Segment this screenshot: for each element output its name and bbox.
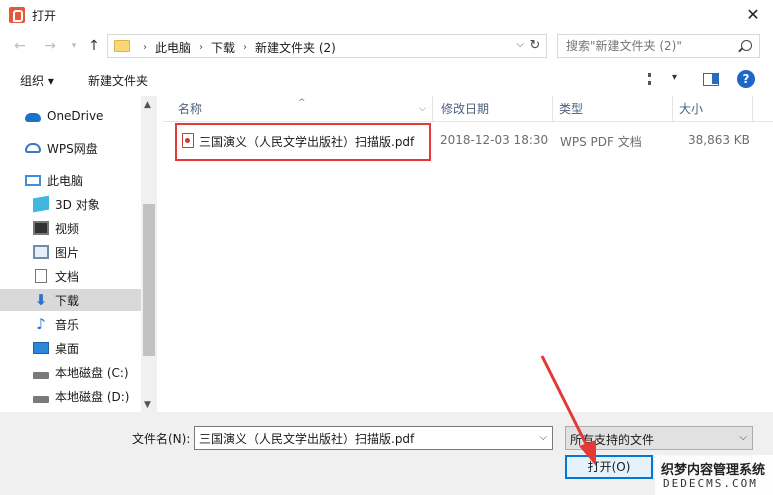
sidebar-item-label: 下载 <box>55 293 80 308</box>
breadcrumb-item-new-folder[interactable]: 新建文件夹 (2) <box>252 39 339 56</box>
column-header-label: 类型 <box>559 102 584 116</box>
sidebar-item-label: 桌面 <box>55 341 80 356</box>
filetype-select[interactable]: 所有支持的文件 ⌵ <box>565 426 753 450</box>
watermark-title: 织梦内容管理系统 <box>661 463 766 478</box>
column-header-date[interactable]: 修改日期 <box>433 96 553 122</box>
download-icon: ⬇ <box>34 291 48 309</box>
chevron-right-icon[interactable]: › <box>238 42 252 53</box>
sort-ascending-icon: ^ <box>298 98 306 108</box>
search-icon[interactable] <box>741 40 752 51</box>
column-header-name[interactable]: 名称 ^ ⌵ <box>163 96 433 122</box>
sidebar-item-label: 此电脑 <box>47 173 84 188</box>
preview-pane-icon[interactable] <box>703 73 719 86</box>
sidebar-item-3d-objects[interactable]: 3D 对象 <box>33 193 100 215</box>
sidebar-item-drive-c[interactable]: 本地磁盘 (C:) <box>33 361 129 383</box>
documents-icon <box>35 269 47 283</box>
nav-scrollbar[interactable]: ▲ ▼ <box>141 96 157 412</box>
sidebar-item-label: 视频 <box>55 221 80 236</box>
cloud-icon <box>25 113 41 122</box>
breadcrumb[interactable]: › 此电脑 › 下载 › 新建文件夹 (2) ⌵ ↻ <box>107 34 547 58</box>
new-folder-button[interactable]: 新建文件夹 <box>88 72 148 89</box>
wps-cloud-icon <box>25 143 41 153</box>
sidebar-item-label: 本地磁盘 (C:) <box>55 365 129 380</box>
search-input[interactable] <box>566 38 736 54</box>
annotation-highlight-box <box>175 123 431 161</box>
desktop-icon <box>33 342 49 354</box>
title-bar: 打开 ✕ <box>0 0 773 30</box>
sidebar-item-label: OneDrive <box>47 109 104 123</box>
column-header-label: 名称 <box>178 102 203 116</box>
scroll-up-icon[interactable]: ▲ <box>144 100 151 110</box>
scrollbar-thumb[interactable] <box>143 204 155 356</box>
scroll-down-icon[interactable]: ▼ <box>144 400 151 410</box>
chevron-right-icon[interactable]: › <box>138 42 152 53</box>
sidebar-item-wps-cloud[interactable]: WPS网盘 <box>25 137 98 159</box>
chevron-down-icon[interactable]: ⌵ <box>516 39 524 50</box>
file-list-header: 名称 ^ ⌵ 修改日期 类型 大小 <box>163 96 773 122</box>
forward-arrow-icon[interactable]: → <box>40 36 60 56</box>
close-button[interactable]: ✕ <box>733 0 773 30</box>
column-header-label: 修改日期 <box>441 102 490 116</box>
filename-input[interactable] <box>199 430 529 446</box>
sidebar-item-documents[interactable]: 文档 <box>33 265 79 287</box>
open-button[interactable]: 打开(O) <box>565 455 653 479</box>
file-size: 38,863 KB <box>688 133 750 147</box>
computer-icon <box>25 174 41 186</box>
column-header-size[interactable]: 大小 <box>673 96 753 122</box>
window-title: 打开 <box>32 9 57 23</box>
watermark-url: DEDECMS.COM <box>663 477 758 490</box>
file-type: WPS PDF 文档 <box>560 135 642 149</box>
file-date: 2018-12-03 18:30 <box>440 133 549 147</box>
music-icon: ♪ <box>36 315 46 333</box>
sidebar-item-drive-d[interactable]: 本地磁盘 (D:) <box>33 385 129 407</box>
filename-label: 文件名(N): <box>132 432 191 446</box>
breadcrumb-item-downloads[interactable]: 下载 <box>208 39 238 56</box>
sidebar-item-onedrive[interactable]: OneDrive <box>25 105 103 127</box>
drive-icon <box>33 371 49 379</box>
breadcrumb-item-this-pc[interactable]: 此电脑 <box>152 39 194 56</box>
help-icon[interactable]: ? <box>737 70 755 88</box>
chevron-down-icon[interactable]: ▾ <box>672 72 677 83</box>
video-icon <box>33 221 49 235</box>
pictures-icon <box>33 245 49 259</box>
3d-objects-icon <box>33 195 49 213</box>
command-bar: 组织 ▾ 新建文件夹 ▾ ? <box>0 64 773 96</box>
chevron-down-icon[interactable]: ⌵ <box>539 432 547 443</box>
filetype-value: 所有支持的文件 <box>570 433 655 447</box>
recent-locations-chevron-icon[interactable]: ▾ <box>64 36 84 56</box>
close-icon: ✕ <box>746 5 760 24</box>
sidebar-item-label: 音乐 <box>55 317 80 332</box>
sidebar-item-pictures[interactable]: 图片 <box>33 241 79 263</box>
filename-combobox[interactable]: ⌵ <box>194 426 553 450</box>
refresh-icon[interactable]: ↻ <box>527 38 543 54</box>
sidebar-item-music[interactable]: ♪ 音乐 <box>33 313 79 335</box>
navigation-pane: OneDrive WPS网盘 此电脑 3D 对象 视频 图片 文档 ⬇ 下载 ♪… <box>0 96 157 412</box>
wps-app-icon <box>9 7 25 23</box>
column-header-label: 大小 <box>679 102 704 116</box>
sidebar-item-label: 本地磁盘 (D:) <box>55 389 130 404</box>
view-options-icon[interactable] <box>648 73 662 85</box>
watermark: 织梦内容管理系统 DEDECMS.COM <box>655 455 773 495</box>
address-bar: ← → ▾ ↑ › 此电脑 › 下载 › 新建文件夹 (2) ⌵ ↻ <box>0 32 773 60</box>
search-box[interactable] <box>557 34 760 58</box>
organize-button[interactable]: 组织 ▾ <box>20 72 54 89</box>
back-arrow-icon[interactable]: ← <box>10 36 30 56</box>
sidebar-item-label: 文档 <box>55 269 80 284</box>
sidebar-item-label: WPS网盘 <box>47 141 98 156</box>
sidebar-item-downloads[interactable]: ⬇ 下载 <box>0 289 141 311</box>
chevron-down-icon[interactable]: ⌵ <box>739 432 747 443</box>
folder-icon <box>114 40 130 52</box>
sidebar-item-this-pc[interactable]: 此电脑 <box>25 169 83 191</box>
sidebar-item-desktop[interactable]: 桌面 <box>33 337 79 359</box>
sidebar-item-videos[interactable]: 视频 <box>33 217 79 239</box>
drive-icon <box>33 395 49 403</box>
chevron-right-icon[interactable]: › <box>194 42 208 53</box>
sidebar-item-label: 3D 对象 <box>55 197 100 212</box>
sidebar-item-label: 图片 <box>55 245 80 260</box>
chevron-down-icon[interactable]: ⌵ <box>419 96 426 122</box>
column-header-type[interactable]: 类型 <box>553 96 673 122</box>
up-arrow-icon[interactable]: ↑ <box>84 36 104 56</box>
